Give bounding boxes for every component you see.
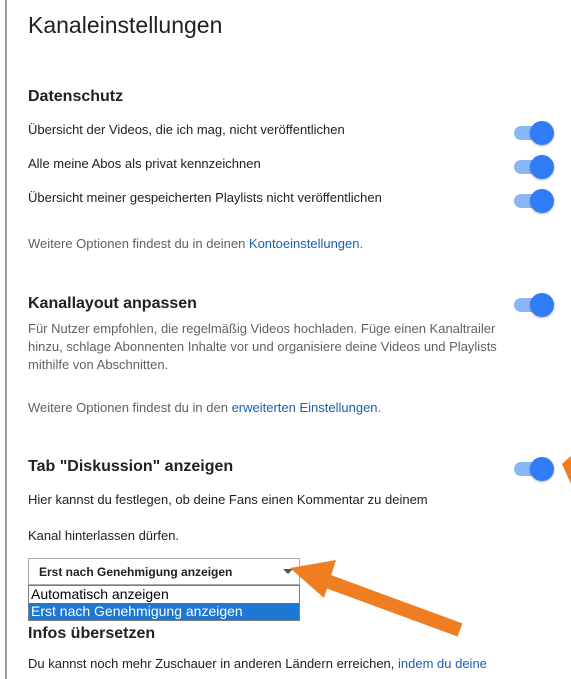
discussion-text-line1: Hier kannst du festlegen, ob deine Fans … [28, 492, 428, 507]
privacy-item-label: Alle meine Abos als privat kennzeichnen [28, 156, 261, 171]
layout-more-options: Weitere Optionen findest du in den erwei… [28, 400, 382, 415]
discussion-visibility-select[interactable]: Erst nach Genehmigung anzeigen [28, 558, 300, 585]
layout-heading: Kanallayout anpassen [28, 295, 197, 312]
privacy-liked-videos-toggle[interactable] [514, 120, 554, 145]
toggle-knob [530, 121, 554, 145]
select-value: Erst nach Genehmigung anzeigen [39, 565, 233, 579]
discussion-toggle[interactable] [514, 456, 554, 481]
account-settings-link[interactable]: Kontoeinstellungen [249, 236, 360, 251]
privacy-heading: Datenschutz [28, 88, 124, 105]
discussion-text-line2: Kanal hinterlassen dürfen. [28, 528, 180, 543]
annotation-arrow-icon [562, 456, 571, 484]
translate-link[interactable]: indem du deine [398, 656, 487, 671]
annotation-arrow-icon [290, 560, 463, 637]
toggle-knob [530, 293, 554, 317]
toggle-knob [530, 457, 554, 481]
translate-text: Du kannst noch mehr Zuschauer in anderen… [28, 656, 487, 671]
left-border [5, 0, 7, 679]
privacy-more-options: Weitere Optionen findest du in deinen Ko… [28, 236, 364, 251]
privacy-item-label: Übersicht meiner gespeicherten Playlists… [28, 190, 382, 205]
option-after-approval[interactable]: Erst nach Genehmigung anzeigen [29, 603, 299, 620]
discussion-heading: Tab "Diskussion" anzeigen [28, 458, 234, 475]
toggle-knob [530, 155, 554, 179]
toggle-knob [530, 189, 554, 213]
discussion-visibility-dropdown: Automatisch anzeigen Erst nach Genehmigu… [28, 585, 300, 621]
privacy-subscriptions-toggle[interactable] [514, 154, 554, 179]
privacy-playlists-toggle[interactable] [514, 188, 554, 213]
layout-description: Für Nutzer empfohlen, die regelmäßig Vid… [28, 321, 497, 372]
page-title: Kanaleinstellungen [28, 12, 223, 38]
privacy-item-label: Übersicht der Videos, die ich mag, nicht… [28, 122, 345, 137]
translate-heading: Infos übersetzen [28, 625, 156, 642]
advanced-settings-link[interactable]: erweiterten Einstellungen [232, 400, 378, 415]
option-automatic[interactable]: Automatisch anzeigen [29, 586, 299, 603]
layout-toggle[interactable] [514, 292, 554, 317]
